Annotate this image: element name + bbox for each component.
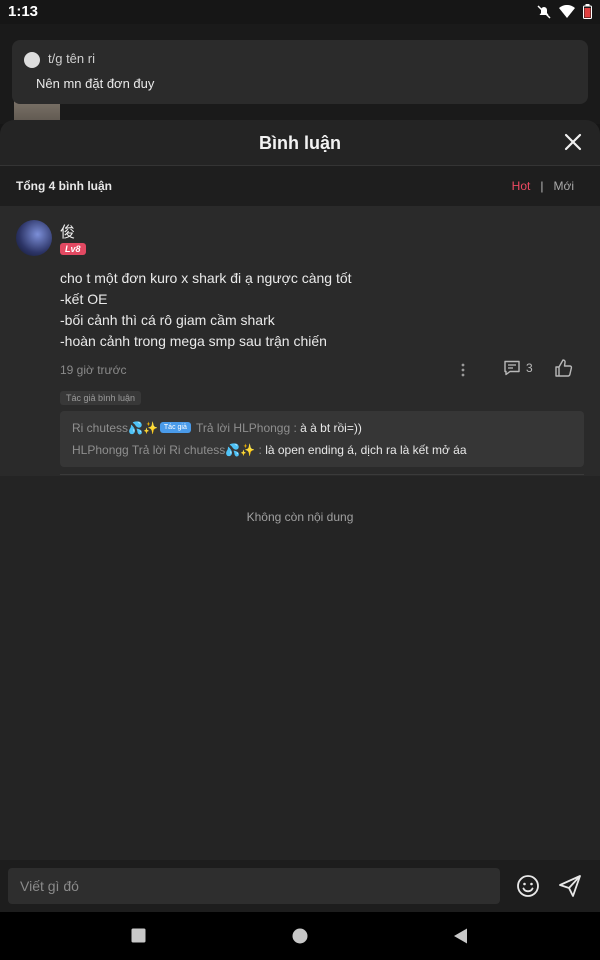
circle-nav-icon[interactable] <box>292 928 308 944</box>
reply-text: à à bt rồi=)) <box>300 421 362 435</box>
divider <box>60 474 584 475</box>
total-comments-label: Tổng 4 bình luận <box>16 179 112 193</box>
navigation-bar <box>0 912 600 960</box>
sheet-header: Bình luận <box>0 120 600 166</box>
notification-toast[interactable]: t/g tên ri Nên mn đặt đơn đuy <box>12 40 588 104</box>
comment-icon <box>504 360 520 376</box>
close-icon[interactable] <box>562 131 584 153</box>
sort-tabs: Hot | Mới <box>512 179 574 193</box>
comment-line: -kết OE <box>60 291 108 307</box>
status-bar: 1:13 <box>0 0 600 24</box>
level-badge: Lv8 <box>60 243 86 255</box>
comment-item: 俊 Lv8 cho t một đơn kuro x shark đi ạ ng… <box>0 206 600 476</box>
toast-name: t/g tên ri <box>48 51 95 66</box>
sort-separator: | <box>540 179 544 193</box>
total-row: Tổng 4 bình luận Hot | Mới <box>0 166 600 206</box>
reply-count: 3 <box>526 361 533 375</box>
reply-action: Trả lời Ri chutess💦✨ : <box>131 443 262 457</box>
square-nav-icon[interactable] <box>131 928 146 943</box>
author-badge: Tác giả <box>159 422 191 433</box>
author-tag: Tác giả bình luận <box>60 391 142 405</box>
comment-username[interactable]: 俊 <box>60 221 75 242</box>
comment-line: -hoàn cảnh trong mega smp sau trận chiến <box>60 333 327 349</box>
send-icon[interactable] <box>558 874 582 898</box>
mute-icon <box>537 4 551 19</box>
back-nav-icon[interactable] <box>453 928 468 944</box>
reply-author: Ri chutess💦✨ <box>72 421 158 435</box>
reply-action: Trả lời HLPhongg : <box>196 421 297 435</box>
comment-time: 19 giờ trước <box>60 363 127 377</box>
reply-line[interactable]: HLPhongg Trả lời Ri chutess💦✨ : là open … <box>72 442 572 464</box>
reply-button[interactable]: 3 <box>503 360 533 376</box>
toast-message: Nên mn đặt đơn đuy <box>36 76 155 91</box>
comment-line: -bối cảnh thì cá rô giam cầm shark <box>60 312 275 328</box>
wifi-icon <box>559 4 575 18</box>
sheet-title: Bình luận <box>259 133 341 153</box>
like-icon[interactable] <box>553 358 573 378</box>
sort-new-tab[interactable]: Mới <box>553 179 574 193</box>
avatar[interactable] <box>16 220 52 256</box>
reply-author: HLPhongg <box>72 443 129 457</box>
more-icon[interactable] <box>456 362 470 378</box>
reply-text: là open ending á, dịch ra là kết mở áa <box>265 443 467 457</box>
comment-text: cho t một đơn kuro x shark đi ạ ngược cà… <box>60 268 352 352</box>
status-time: 1:13 <box>8 3 39 20</box>
comment-sheet: Bình luận Tổng 4 bình luận Hot | Mới 俊 L… <box>0 120 600 912</box>
reply-line[interactable]: Ri chutess💦✨ Tác giả Trả lời HLPhongg : à… <box>72 420 572 442</box>
toast-avatar <box>24 52 40 68</box>
comment-composer <box>0 860 600 912</box>
battery-icon <box>583 4 592 19</box>
emoji-icon[interactable] <box>516 874 540 898</box>
comment-line: cho t một đơn kuro x shark đi ạ ngược cà… <box>60 270 352 286</box>
comment-input[interactable] <box>8 868 500 904</box>
replies-box[interactable]: Ri chutess💦✨ Tác giả Trả lời HLPhongg : à… <box>60 411 584 467</box>
sort-hot-tab[interactable]: Hot <box>512 179 531 193</box>
no-more-content: Không còn nội dung <box>246 510 354 524</box>
status-icons <box>537 4 592 19</box>
